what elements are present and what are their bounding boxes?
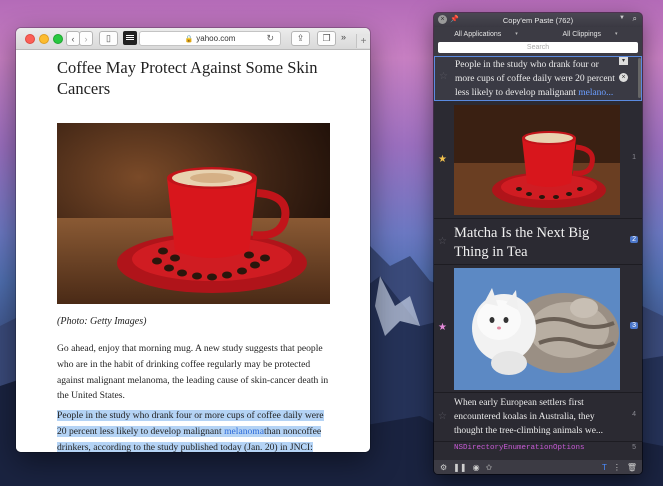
dropdown-arrow-icon: ▾ [515, 31, 518, 37]
favorite-icon[interactable]: ✩ [486, 463, 493, 472]
clip-item-image[interactable]: ★ 1 [434, 102, 642, 219]
melanoma-link[interactable]: melanoma [224, 425, 265, 437]
article-view: Coffee May Protect Against Some Skin Can… [16, 51, 370, 452]
star-icon[interactable]: ★ [438, 322, 448, 333]
reload-icon[interactable]: ↻ [266, 33, 274, 44]
panel-titlebar: × 📌 Copy'em Paste (762) ▼ ⌕ [434, 13, 642, 27]
clip-text: Matcha Is the Next Big Thing in Tea [454, 225, 590, 260]
star-icon[interactable]: ★ [438, 154, 448, 165]
coffee-thumbnail [454, 105, 622, 215]
tabs-button[interactable]: ❐ [317, 31, 336, 46]
clip-item-code[interactable]: NSDirectoryEnumerationOptions 5 [434, 443, 642, 456]
clip-number: 5 [632, 444, 636, 451]
clippings-filter[interactable]: All Clippings ▾ [538, 31, 642, 38]
safari-toolbar: ‹ › ▯ 🔒 yahoo.com ↻ ⇪ ❐ » + [16, 28, 370, 50]
address-url: yahoo.com [196, 34, 236, 43]
article-paragraph: Go ahead, enjoy that morning mug. A new … [57, 343, 329, 402]
search-input[interactable]: Search [438, 42, 638, 53]
delete-clip-icon[interactable]: × [619, 73, 628, 82]
chevron-right-icon: › [84, 33, 88, 44]
overflow-chevron-icon[interactable]: » [341, 32, 346, 42]
kitten-thumbnail [454, 268, 622, 390]
clip-text: NSDirectoryEnumerationOptions [454, 444, 585, 452]
clip-number: 2 [630, 236, 638, 243]
close-window-button[interactable] [25, 34, 35, 44]
share-button[interactable]: ⇪ [291, 31, 310, 46]
sort-icon[interactable]: ▼ [619, 15, 625, 21]
sidebar-button[interactable]: ▯ [99, 31, 118, 46]
clippings-list: ☆ People in the study who drank four or … [434, 56, 642, 460]
text-format-icon[interactable]: T [602, 463, 607, 472]
panel-title: Copy'em Paste (762) [502, 15, 574, 25]
filter-bar: All Applications ▾ All Clippings ▾ [434, 27, 642, 41]
address-bar[interactable]: 🔒 yahoo.com ↻ [139, 31, 281, 46]
coffee-cup-image [57, 123, 330, 304]
clip-text: When early European settlers first encou… [454, 398, 604, 436]
copyem-paste-panel: × 📌 Copy'em Paste (762) ▼ ⌕ All Applicat… [434, 13, 642, 474]
clip-item-selected[interactable]: ☆ People in the study who drank four or … [434, 56, 642, 101]
pin-icon[interactable]: 📌 [450, 15, 459, 23]
clip-item-image[interactable]: ★ 3 [434, 266, 642, 393]
clip-number: 3 [630, 322, 638, 329]
search-row: Search [434, 41, 642, 56]
more-icon[interactable]: ⋮ [613, 463, 621, 472]
dropdown-arrow-icon: ▾ [615, 31, 618, 37]
star-icon[interactable]: ☆ [438, 411, 448, 422]
pause-icon[interactable]: ❚❚ [453, 463, 466, 472]
zoom-window-button[interactable] [53, 34, 63, 44]
article-title: Coffee May Protect Against Some Skin Can… [57, 58, 318, 98]
clip-item-text[interactable]: ☆ When early European settlers first enc… [434, 394, 642, 442]
clip-number: 4 [632, 411, 636, 418]
photo-caption: (Photo: Getty Images) [57, 316, 147, 327]
trash-icon[interactable]: 🗑 [627, 463, 637, 472]
sidebar-icon: ▯ [106, 33, 111, 43]
forward-button[interactable]: › [79, 31, 93, 46]
chevron-left-icon: ‹ [71, 33, 75, 44]
new-tab-button[interactable]: + [356, 34, 370, 48]
camera-icon[interactable]: ◉ [473, 463, 480, 472]
reader-mode-icon[interactable] [123, 31, 137, 45]
search-icon[interactable]: ⌕ [633, 14, 637, 24]
close-icon[interactable]: × [438, 15, 447, 24]
clip-menu-icon[interactable]: ▾ [619, 57, 628, 65]
star-icon[interactable]: ☆ [438, 236, 448, 247]
clip-number: 1 [632, 154, 636, 161]
safari-window: ‹ › ▯ 🔒 yahoo.com ↻ ⇪ ❐ » + Coffee May P… [16, 28, 370, 452]
star-icon[interactable]: ☆ [439, 71, 449, 82]
minimize-window-button[interactable] [39, 34, 49, 44]
applications-filter[interactable]: All Applications ▾ [434, 31, 538, 38]
clip-text: People in the study who drank four or mo… [455, 60, 615, 98]
gear-icon[interactable]: ⚙ [440, 463, 447, 472]
scrollbar[interactable] [638, 58, 641, 98]
panel-bottom-bar: ⚙ ❚❚ ◉ ✩ T ⋮ 🗑 [434, 460, 642, 474]
clip-item-text[interactable]: ☆ Matcha Is the Next Big Thing in Tea 2 [434, 220, 642, 265]
share-icon: ⇪ [296, 33, 305, 43]
article-paragraph-selected: People in the study who drank four or mo… [57, 408, 330, 452]
tabs-icon: ❐ [322, 33, 331, 43]
lock-icon: 🔒 [184, 35, 194, 43]
back-button[interactable]: ‹ [66, 31, 80, 46]
